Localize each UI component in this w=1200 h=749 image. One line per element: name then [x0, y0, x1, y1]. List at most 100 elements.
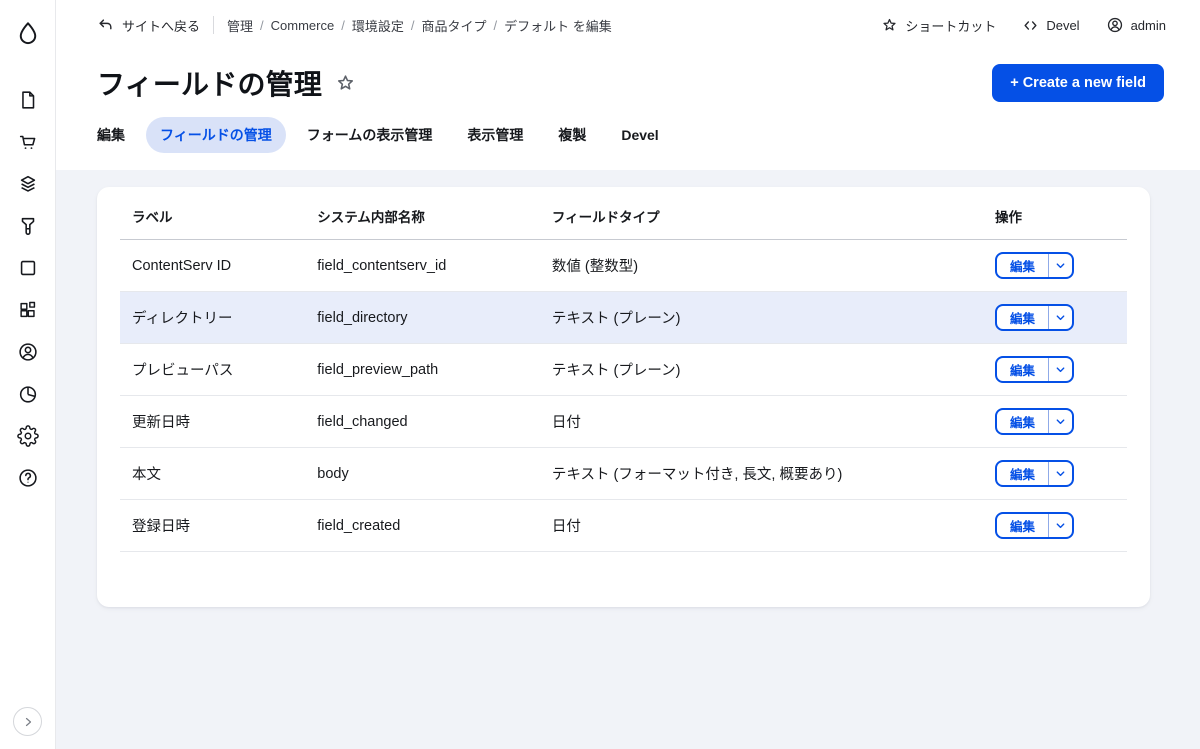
edit-split-button[interactable]: 編集 [995, 408, 1074, 435]
row-operations-cell: 編集 [983, 448, 1127, 500]
tab-duplicate[interactable]: 複製 [544, 117, 600, 153]
user-menu[interactable]: admin [1106, 16, 1166, 34]
admin-toolbar [0, 0, 56, 749]
row-machine-name: body [305, 448, 540, 500]
edit-split-button[interactable]: 編集 [995, 304, 1074, 331]
edit-split-button[interactable]: 編集 [995, 512, 1074, 539]
commerce-cart-icon[interactable] [7, 121, 49, 163]
table-row: 本文bodyテキスト (フォーマット付き, 長文, 概要あり) 編集 [120, 448, 1127, 500]
row-operations-cell: 編集 [983, 240, 1127, 292]
row-field-type: テキスト (プレーン) [540, 344, 983, 396]
devel-label[interactable]: Devel [1046, 18, 1079, 33]
tab-manage-display[interactable]: 表示管理 [453, 117, 537, 153]
row-operations-cell: 編集 [983, 396, 1127, 448]
row-field-type: 日付 [540, 396, 983, 448]
breadcrumb-item-current: デフォルト を編集 [504, 16, 612, 35]
chevron-down-icon[interactable] [1049, 514, 1072, 537]
breadcrumb-separator: / [341, 18, 345, 33]
breadcrumb: 管理 / Commerce / 環境設定 / 商品タイプ / デフォルト を編集 [227, 16, 612, 35]
row-label: ディレクトリー [120, 292, 305, 344]
extend-modules-icon[interactable] [7, 289, 49, 331]
chevron-down-icon[interactable] [1049, 254, 1072, 277]
column-header-machine-name: システム内部名称 [305, 189, 540, 240]
breadcrumb-item[interactable]: 環境設定 [352, 16, 404, 35]
row-machine-name: field_directory [305, 292, 540, 344]
primary-tabs: 編集 フィールドの管理 フォームの表示管理 表示管理 複製 Devel [56, 103, 1200, 170]
edit-button-label[interactable]: 編集 [997, 514, 1049, 537]
main-area: サイトへ戻る 管理 / Commerce / 環境設定 / 商品タイプ / デフ… [56, 0, 1200, 749]
chevron-down-icon[interactable] [1049, 306, 1072, 329]
edit-split-button[interactable]: 編集 [995, 252, 1074, 279]
fields-table: ラベル システム内部名称 フィールドタイプ 操作 ContentServ IDf… [120, 189, 1127, 552]
edit-button-label[interactable]: 編集 [997, 306, 1049, 329]
row-machine-name: field_changed [305, 396, 540, 448]
row-label: 本文 [120, 448, 305, 500]
breadcrumb-item[interactable]: 商品タイプ [422, 16, 487, 35]
content-icon[interactable] [7, 79, 49, 121]
row-label: 更新日時 [120, 396, 305, 448]
back-to-site-link[interactable]: サイトへ戻る [97, 16, 200, 35]
row-field-type: 数値 (整数型) [540, 240, 983, 292]
blocks-icon[interactable] [7, 247, 49, 289]
table-row: 更新日時field_changed日付編集 [120, 396, 1127, 448]
tab-devel[interactable]: Devel [607, 119, 672, 151]
people-icon[interactable] [7, 331, 49, 373]
page-title: フィールドの管理 [97, 63, 322, 103]
column-header-field-type: フィールドタイプ [540, 189, 983, 240]
chevron-down-icon[interactable] [1049, 358, 1072, 381]
back-arrow-icon [97, 17, 114, 34]
back-to-site-label[interactable]: サイトへ戻る [122, 16, 200, 35]
breadcrumb-item[interactable]: Commerce [271, 18, 335, 33]
tab-edit[interactable]: 編集 [83, 117, 139, 153]
user-icon [1106, 16, 1124, 34]
table-row: ディレクトリーfield_directoryテキスト (プレーン) 編集 [120, 292, 1127, 344]
user-label[interactable]: admin [1131, 18, 1166, 33]
fields-table-card: ラベル システム内部名称 フィールドタイプ 操作 ContentServ IDf… [97, 187, 1150, 607]
chevron-down-icon[interactable] [1049, 410, 1072, 433]
row-machine-name: field_created [305, 500, 540, 552]
breadcrumb-item[interactable]: 管理 [227, 16, 253, 35]
row-label: 登録日時 [120, 500, 305, 552]
shortcuts-link[interactable]: ショートカット [881, 16, 996, 35]
edit-button-label[interactable]: 編集 [997, 462, 1049, 485]
edit-button-label[interactable]: 編集 [997, 410, 1049, 433]
breadcrumb-separator: / [494, 18, 498, 33]
row-label: ContentServ ID [120, 240, 305, 292]
appearance-brush-icon[interactable] [7, 205, 49, 247]
content-region: ラベル システム内部名称 フィールドタイプ 操作 ContentServ IDf… [56, 170, 1200, 749]
configuration-gear-icon[interactable] [7, 415, 49, 457]
column-header-label: ラベル [120, 189, 305, 240]
sidebar-expand-button[interactable] [13, 707, 42, 736]
field-table-body: ContentServ IDfield_contentserv_id数値 (整数… [120, 240, 1127, 552]
edit-split-button[interactable]: 編集 [995, 356, 1074, 383]
structure-layers-icon[interactable] [7, 163, 49, 205]
row-field-type: テキスト (プレーン) [540, 292, 983, 344]
tab-manage-form-display[interactable]: フォームの表示管理 [293, 117, 447, 153]
favorite-star-icon[interactable] [335, 73, 356, 94]
title-row: フィールドの管理 + Create a new field [56, 50, 1200, 103]
edit-split-button[interactable]: 編集 [995, 460, 1074, 487]
shortcuts-label[interactable]: ショートカット [905, 16, 996, 35]
code-icon [1022, 17, 1039, 34]
row-label: プレビューパス [120, 344, 305, 396]
tab-manage-fields[interactable]: フィールドの管理 [146, 117, 286, 153]
reports-pie-icon[interactable] [7, 373, 49, 415]
row-field-type: テキスト (フォーマット付き, 長文, 概要あり) [540, 448, 983, 500]
help-icon[interactable] [7, 457, 49, 499]
edit-button-label[interactable]: 編集 [997, 254, 1049, 277]
row-operations-cell: 編集 [983, 292, 1127, 344]
create-field-button[interactable]: + Create a new field [992, 64, 1164, 102]
chevron-down-icon[interactable] [1049, 462, 1072, 485]
row-machine-name: field_preview_path [305, 344, 540, 396]
top-bar: サイトへ戻る 管理 / Commerce / 環境設定 / 商品タイプ / デフ… [56, 0, 1200, 50]
table-header-row: ラベル システム内部名称 フィールドタイプ 操作 [120, 189, 1127, 240]
column-header-operations: 操作 [983, 189, 1127, 240]
edit-button-label[interactable]: 編集 [997, 358, 1049, 381]
row-field-type: 日付 [540, 500, 983, 552]
row-operations-cell: 編集 [983, 344, 1127, 396]
row-operations-cell: 編集 [983, 500, 1127, 552]
topbar-divider [213, 16, 214, 34]
star-icon [881, 17, 898, 34]
devel-link[interactable]: Devel [1022, 17, 1079, 34]
drupal-logo-icon[interactable] [7, 13, 49, 55]
